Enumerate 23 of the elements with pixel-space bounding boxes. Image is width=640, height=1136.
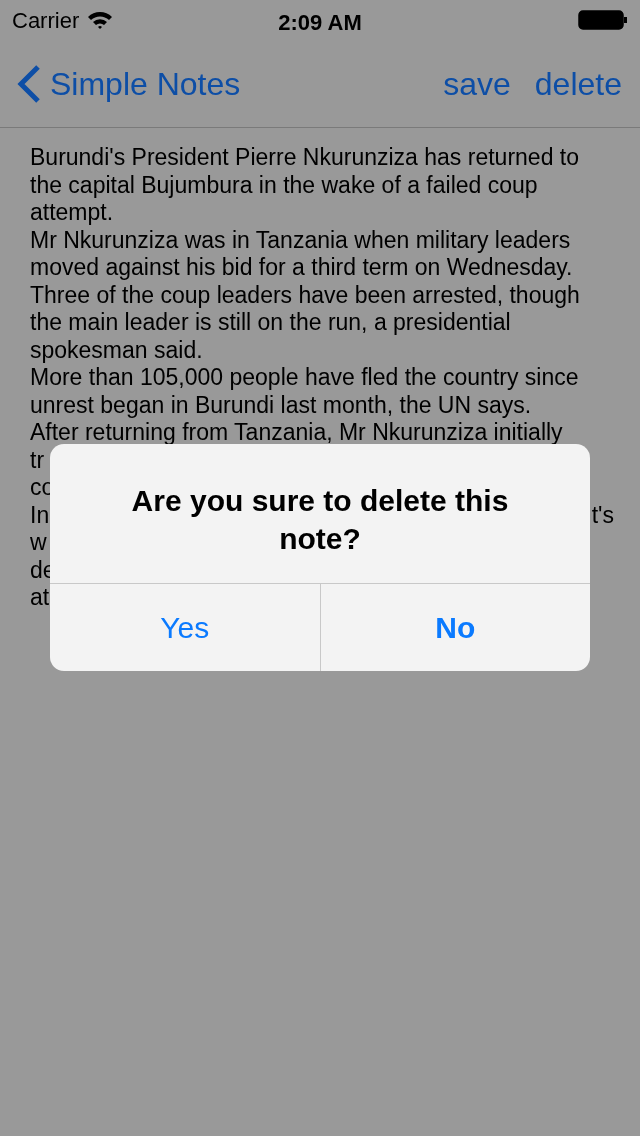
note-text-fragment: In — [30, 501, 50, 529]
alert-button[interactable]: Yes — [50, 584, 320, 671]
carrier-name: Carrier — [12, 6, 80, 35]
wifi-icon — [87, 10, 114, 30]
note-text-fragment: t's — [591, 501, 614, 529]
nav-action-button[interactable]: delete — [534, 59, 622, 108]
note-text-fragment: w — [30, 529, 47, 557]
note-paragraph: Three of the coup leaders have been arrested, though the main leader is still on the run, a presidential spokesman said. — [30, 281, 581, 364]
nav-action-button[interactable]: save — [443, 59, 511, 108]
battery-icon — [578, 9, 628, 31]
note-text-fragment: co — [30, 474, 55, 502]
note-paragraph: After returning from Tanzania, Mr Nkurunziza initially — [30, 419, 564, 447]
back-button[interactable]: Simple Notes — [16, 59, 241, 108]
note-paragraph: Burundi's President Pierre Nkurunziza has returned to the capital Bujumbura in the wake of a failed coup attempt. — [30, 144, 580, 227]
note-text-fragment: de — [30, 556, 56, 584]
note-text-fragment: tr — [30, 446, 45, 474]
alert-title: Are you sure to delete this note? — [130, 483, 510, 557]
alert-button[interactable]: No — [319, 584, 590, 671]
chevron-left-icon — [16, 63, 42, 104]
note-paragraph: More than 105,000 people have fled the country since unrest began in Burundi last month, the UN says. — [30, 364, 580, 419]
status-time: 2:09 AM — [278, 9, 362, 37]
note-paragraph: Mr Nkurunziza was in Tanzania when military leaders moved against his bid for a third term on Wednesday. — [30, 226, 574, 282]
note-text-fragment: at — [30, 584, 50, 612]
